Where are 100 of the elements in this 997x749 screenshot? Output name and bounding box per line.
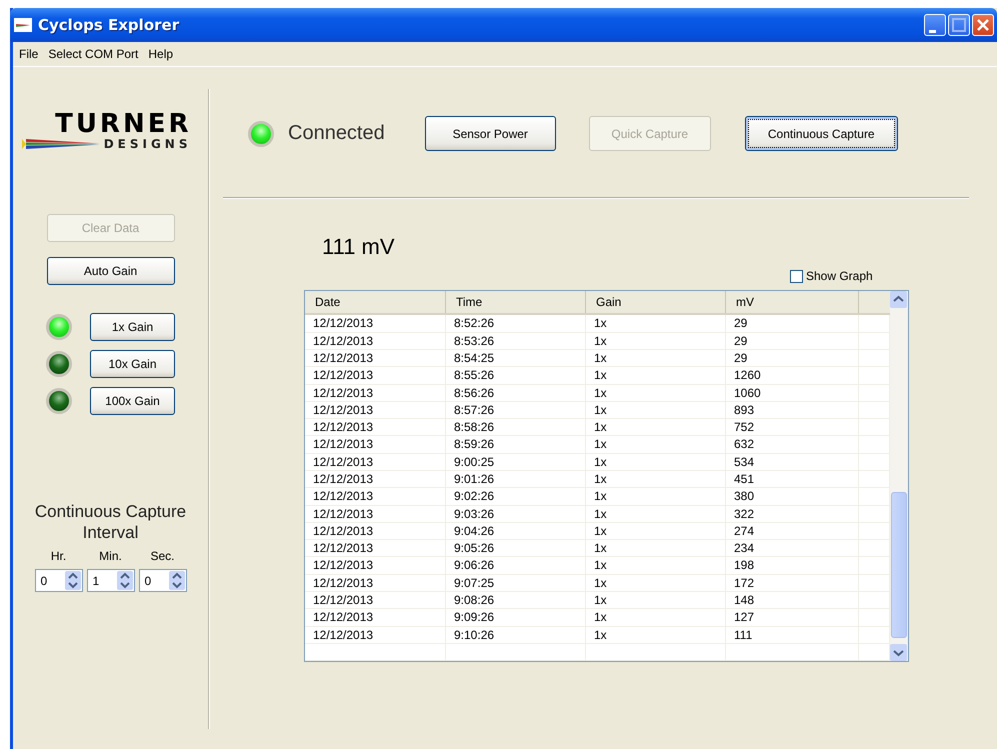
table-cell: 1x (586, 609, 726, 626)
reading-value: 111 mV (322, 234, 396, 260)
toolbar-button[interactable]: Sensor Power (424, 116, 556, 151)
table-cell: 1x (586, 332, 726, 350)
table-cell: 148 (726, 592, 859, 608)
column-header[interactable]: Gain (586, 291, 726, 314)
column-header[interactable]: Time (446, 291, 586, 314)
table-cell: 8:52:26 (446, 315, 586, 332)
minimize-icon (929, 30, 936, 32)
table-cell: 9:07:25 (446, 574, 586, 591)
table-cell: 234 (726, 540, 859, 556)
table-cell: 1x (586, 315, 726, 332)
minimize-button[interactable] (924, 14, 946, 36)
table-cell: 12/12/2013 (305, 557, 446, 574)
interval-label: Min. (99, 549, 122, 563)
maximize-button[interactable] (948, 14, 970, 36)
table-cell: 1x (586, 626, 726, 643)
spinner-arrows-icon[interactable] (168, 571, 184, 590)
table-cell: 29 (726, 315, 859, 332)
column-header[interactable]: mV (726, 291, 859, 314)
show-graph-checkbox[interactable] (790, 270, 803, 282)
interval-label: Sec. (150, 549, 174, 563)
table-cell: 9:08:26 (446, 592, 586, 608)
menu-item[interactable]: File (19, 47, 38, 61)
table-cell: 322 (726, 506, 859, 522)
table-cell: 9:09:26 (446, 609, 586, 626)
table-cell: 9:03:26 (446, 506, 586, 522)
table-cell: 9:00:25 (446, 454, 586, 470)
scroll-up-icon[interactable] (890, 291, 907, 308)
table-cell: 8:57:26 (446, 402, 586, 418)
table-cell: 29 (726, 332, 859, 350)
gain-button[interactable]: 10x Gain (90, 350, 175, 378)
table-cell: 172 (726, 574, 859, 591)
checkbox-label[interactable]: Show Graph (806, 269, 873, 283)
app-icon (14, 18, 32, 32)
table-cell: 127 (726, 609, 859, 626)
table-cell: 12/12/2013 (305, 454, 446, 470)
table-cell: 1x (586, 454, 726, 470)
table-cell: 9:01:26 (446, 471, 586, 488)
table-cell: 12/12/2013 (305, 522, 446, 540)
table-cell: 12/12/2013 (305, 384, 446, 401)
table-cell: 1x (586, 471, 726, 488)
table-cell: 451 (726, 471, 859, 488)
table-cell: 8:54:25 (446, 350, 586, 366)
gain-button[interactable]: 1x Gain (90, 313, 175, 341)
table-cell: 8:56:26 (446, 384, 586, 401)
table-cell: 1260 (726, 367, 859, 384)
logo-name: TURNER (55, 111, 192, 137)
table-cell: 1x (586, 506, 726, 522)
interval-label: Hr. (50, 549, 66, 563)
table-cell: 1x (586, 419, 726, 436)
table-cell: 9:04:26 (446, 522, 586, 540)
close-button[interactable] (972, 14, 994, 36)
table-cell: 1x (586, 522, 726, 540)
table-cell: 12/12/2013 (305, 592, 446, 608)
column-header[interactable]: Date (305, 291, 446, 314)
table-cell: 12/12/2013 (305, 436, 446, 453)
table-cell: 9:05:26 (446, 540, 586, 556)
table-cell: 12/12/2013 (305, 402, 446, 418)
scroll-down-icon[interactable] (890, 644, 907, 661)
table-cell: 12/12/2013 (305, 540, 446, 556)
table-cell: 12/12/2013 (305, 488, 446, 505)
table-cell: 12/12/2013 (305, 506, 446, 522)
table-cell: 9:10:26 (446, 626, 586, 643)
table-cell: 1x (586, 367, 726, 384)
table-cell: 12/12/2013 (305, 626, 446, 643)
table-cell: 1x (586, 557, 726, 574)
table-cell: 632 (726, 436, 859, 453)
spinner-arrows-icon[interactable] (116, 571, 132, 590)
logo-subtitle: DESIGNS (104, 137, 192, 151)
maximize-icon (949, 15, 969, 35)
table-cell: 8:58:26 (446, 419, 586, 436)
table-cell: 12/12/2013 (305, 471, 446, 488)
table-cell: 29 (726, 350, 859, 366)
table-cell: 111 (726, 626, 859, 643)
menu-item[interactable]: Select COM Port (48, 47, 138, 61)
table-cell: 8:53:26 (446, 332, 586, 350)
table-cell: 1x (586, 402, 726, 418)
window-title: Cyclops Explorer (38, 16, 180, 34)
table-cell: 12/12/2013 (305, 350, 446, 366)
scrollbar-thumb[interactable] (891, 492, 907, 638)
table-cell: 380 (726, 488, 859, 505)
toolbar-button[interactable]: Continuous Capture (744, 116, 898, 151)
table-cell: 198 (726, 557, 859, 574)
table-cell: 1x (586, 592, 726, 608)
sidebar-button[interactable]: Auto Gain (46, 257, 174, 285)
table-cell: 8:55:26 (446, 367, 586, 384)
table-cell: 12/12/2013 (305, 367, 446, 384)
table-cell: 893 (726, 402, 859, 418)
table-cell: 274 (726, 522, 859, 540)
spinner-arrows-icon[interactable] (64, 571, 80, 590)
menu-item[interactable]: Help (148, 47, 174, 61)
table-cell: 12/12/2013 (305, 332, 446, 350)
table-cell: 9:02:26 (446, 488, 586, 505)
gain-button[interactable]: 100x Gain (90, 387, 175, 415)
connection-status: Connected (288, 122, 385, 145)
table-cell: 1x (586, 350, 726, 366)
table-cell: 12/12/2013 (305, 574, 446, 591)
table-cell: 1060 (726, 384, 859, 401)
table-cell: 534 (726, 454, 859, 470)
